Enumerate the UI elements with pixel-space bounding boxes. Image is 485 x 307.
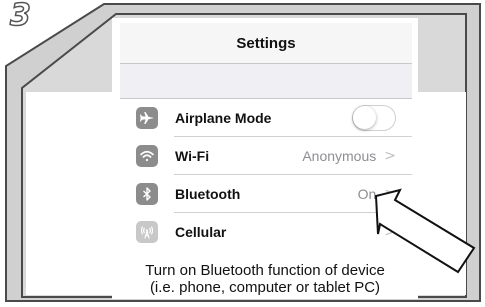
pointer-arrow-icon <box>374 188 476 274</box>
instruction-text-line-2: (i.e. phone, computer or tablet PC) <box>149 279 381 296</box>
instruction-text-line-1: Turn on Bluetooth function of device <box>145 262 385 279</box>
